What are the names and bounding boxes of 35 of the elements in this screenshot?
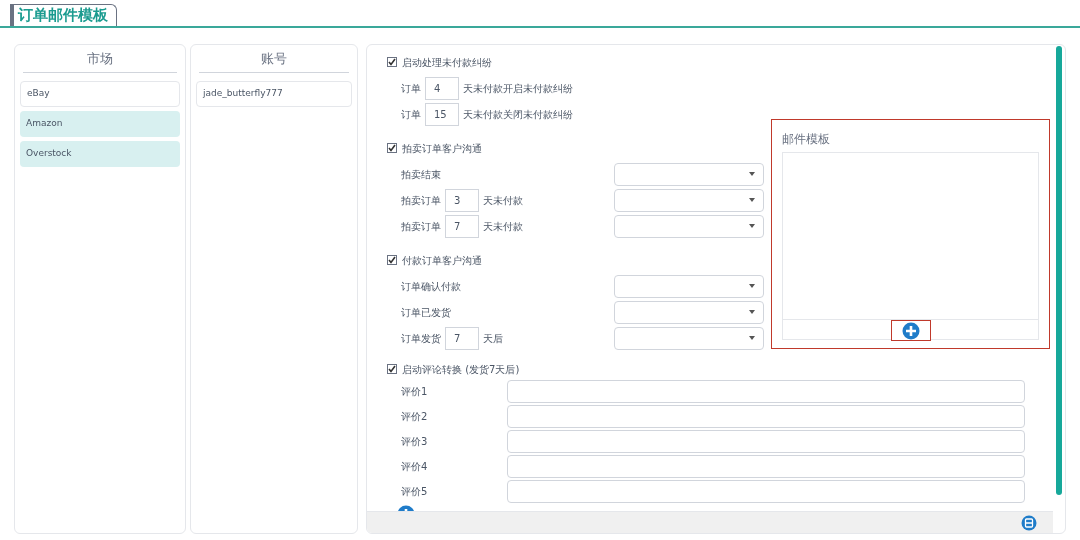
row-label: 拍卖结束: [401, 167, 441, 182]
review-label: 评价3: [401, 435, 429, 449]
section-label: 付款订单客户沟通: [402, 253, 482, 268]
review-label: 评价2: [401, 410, 429, 424]
section-label: 启动评论转换 (发货7天后): [402, 362, 520, 377]
review-label: 评价5: [401, 485, 429, 499]
section-label: 启动处理未付款纠纷: [402, 55, 492, 70]
row-label: 拍卖订单: [401, 193, 441, 208]
list-item[interactable]: Overstock: [20, 141, 180, 167]
review-label: 评价1: [401, 385, 429, 399]
row-label: 订单确认付款: [401, 279, 461, 294]
page-title: 订单邮件模板: [18, 5, 108, 27]
section-label: 拍卖订单客户沟通: [402, 141, 482, 156]
list-item[interactable]: eBay: [20, 81, 180, 107]
review-label: 评价4: [401, 460, 429, 474]
row-label: 天未付款开启未付款纠纷: [463, 81, 573, 96]
template-title: 邮件模板: [782, 131, 831, 148]
row-label: 天未付款关闭未付款纠纷: [463, 107, 573, 122]
list-item[interactable]: jade_butterfly777: [196, 81, 352, 107]
days-field[interactable]: 7: [445, 326, 479, 350]
days-field[interactable]: 7: [445, 214, 479, 238]
row-label: 天未付款: [483, 193, 523, 208]
days-field[interactable]: 3: [445, 188, 479, 212]
row-label: 订单发货: [401, 331, 441, 346]
panel-header: 市场: [87, 49, 113, 68]
panel-header: 账号: [261, 49, 287, 68]
row-label: 订单: [401, 81, 421, 96]
list-item[interactable]: Amazon: [20, 111, 180, 137]
row-label: 天后: [483, 331, 503, 346]
days-field[interactable]: 15: [425, 102, 459, 126]
days-field[interactable]: 4: [425, 76, 459, 100]
row-label: 订单: [401, 107, 421, 122]
row-label: 天未付款: [483, 219, 523, 234]
row-label: 订单已发货: [401, 305, 451, 320]
row-label: 拍卖订单: [401, 219, 441, 234]
